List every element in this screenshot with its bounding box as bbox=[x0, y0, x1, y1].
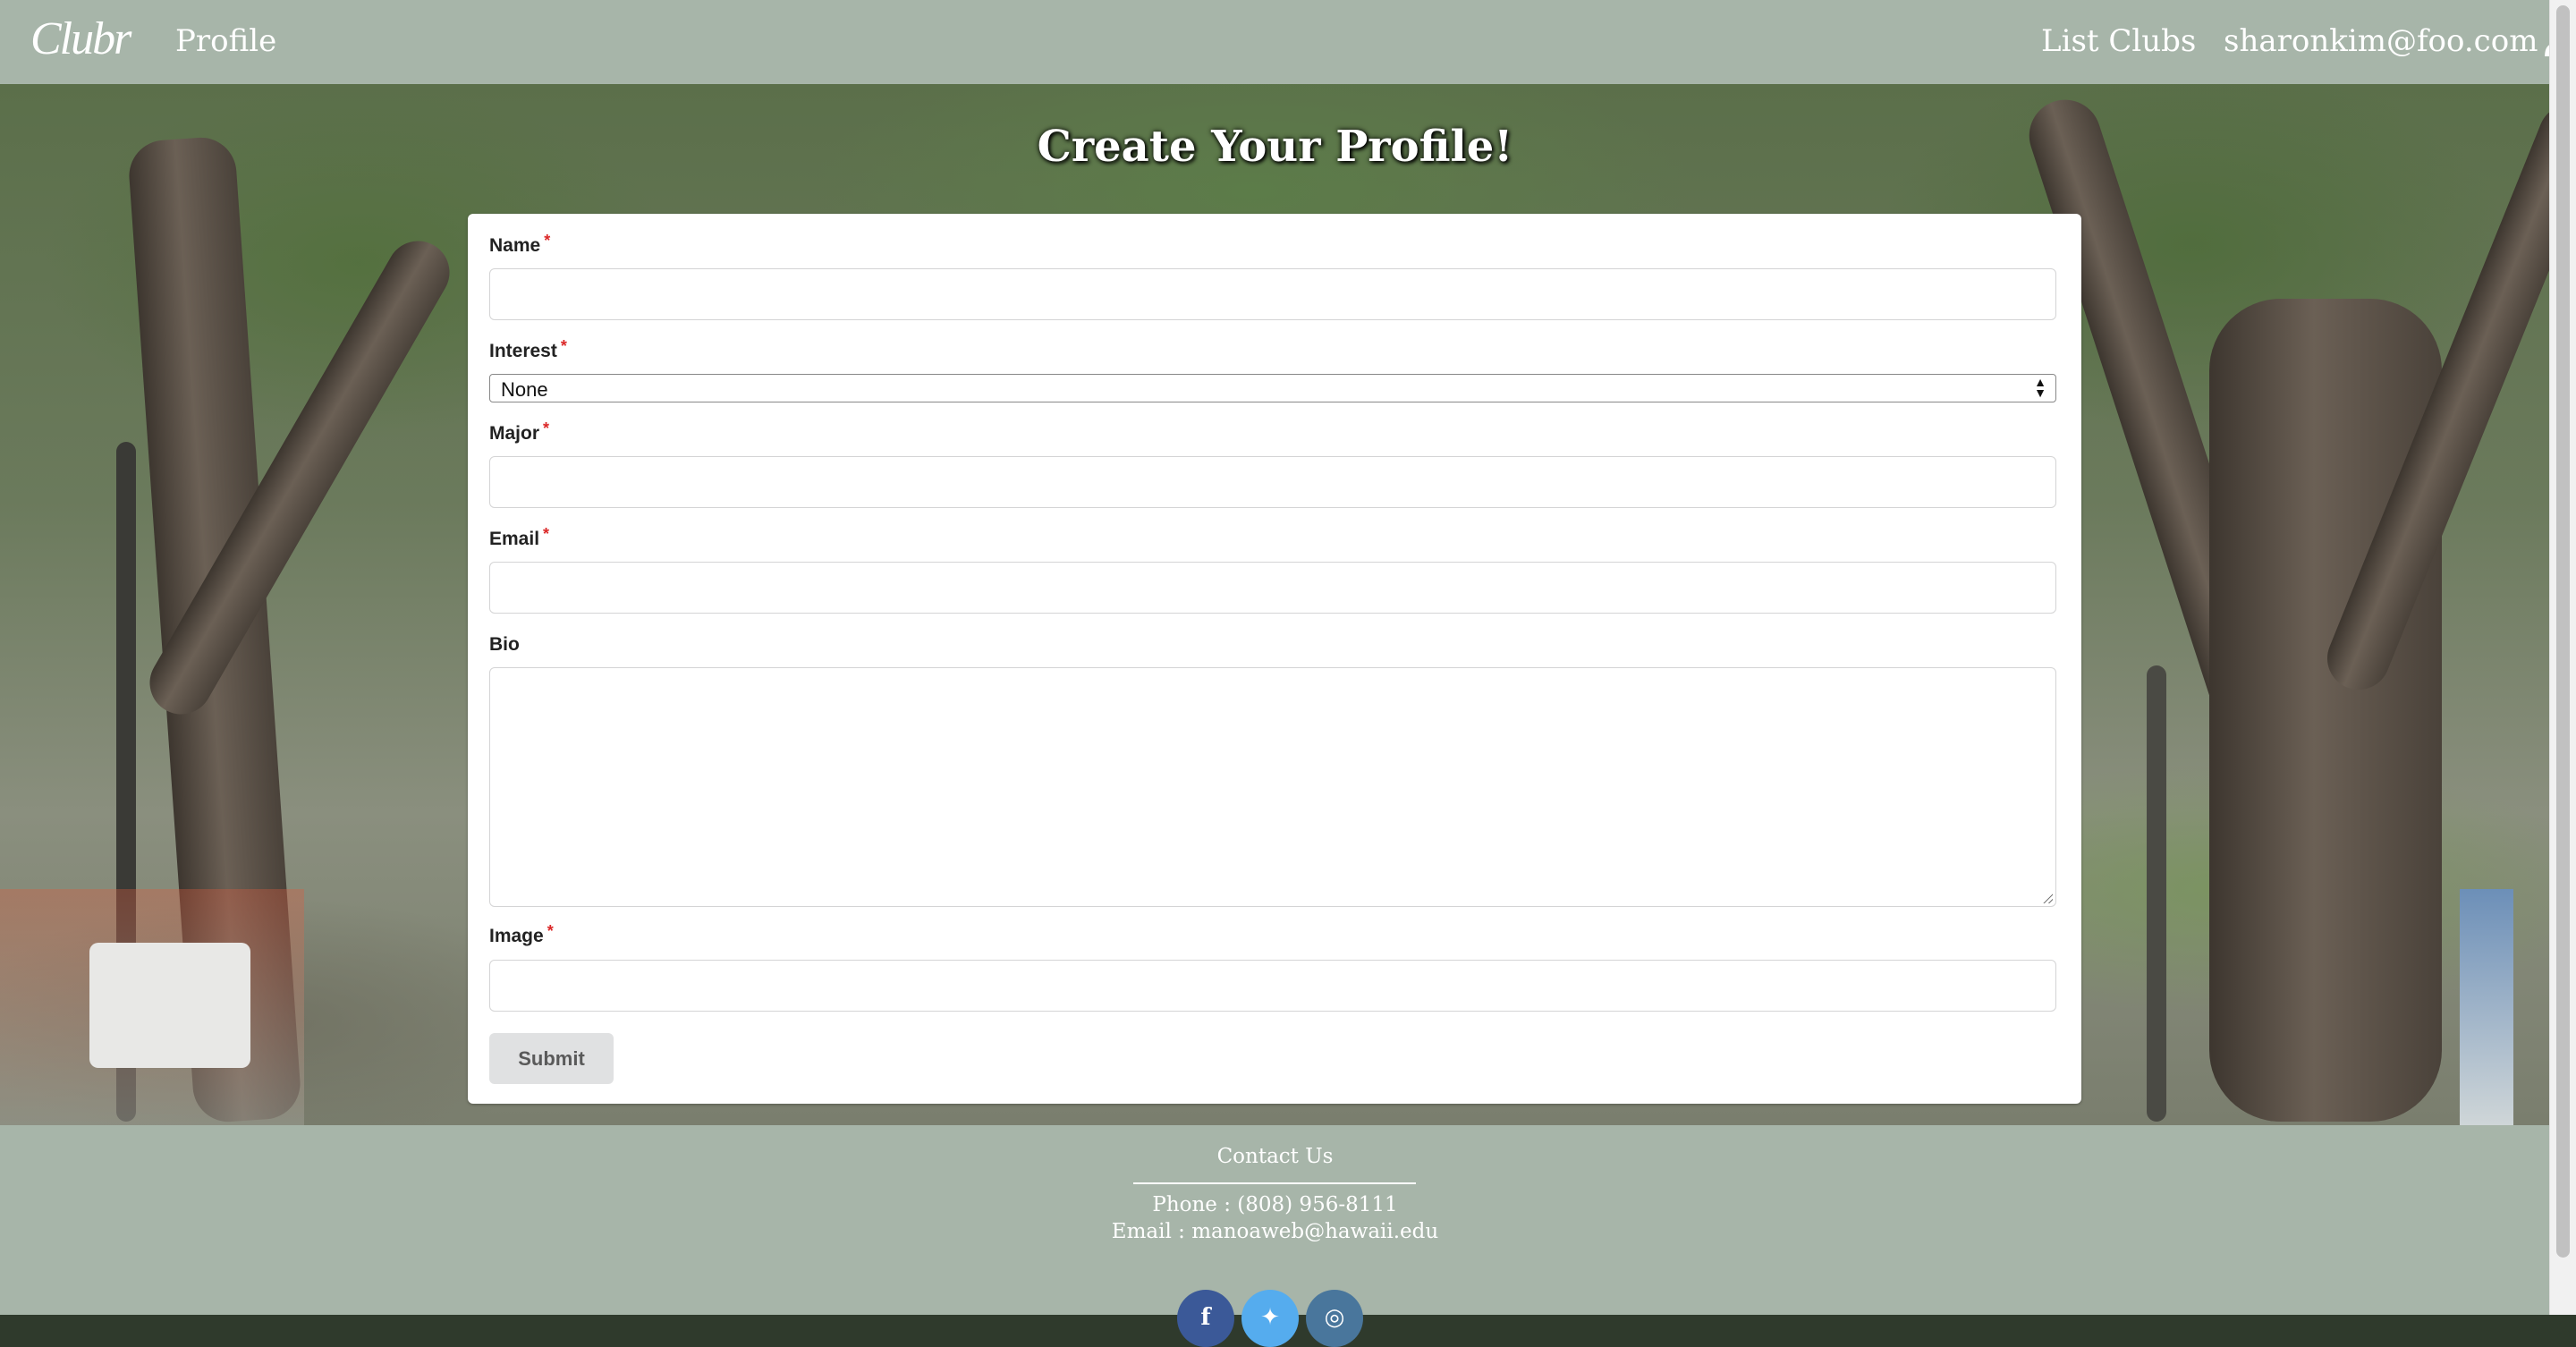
required-marker: * bbox=[544, 232, 551, 250]
brand-logo[interactable]: Clubr bbox=[30, 13, 131, 65]
bio-label: Bio bbox=[489, 634, 520, 655]
facebook-icon[interactable]: f bbox=[1177, 1290, 1234, 1347]
email-label: Email * bbox=[489, 525, 550, 549]
required-marker: * bbox=[547, 922, 554, 940]
footer: Contact Us Phone : (808) 956-8111 Email … bbox=[0, 1125, 2550, 1347]
nav-list-clubs-link[interactable]: List Clubs bbox=[2041, 23, 2196, 59]
footer-divider bbox=[1133, 1182, 1416, 1184]
user-email: sharonkim@foo.com bbox=[2224, 23, 2538, 59]
bio-textarea[interactable] bbox=[489, 667, 2056, 907]
interest-select[interactable]: None ▲ ▼ bbox=[489, 374, 2056, 402]
page-title: Create Your Profile! bbox=[1037, 122, 1513, 172]
required-marker: * bbox=[543, 525, 550, 543]
image-input[interactable] bbox=[489, 960, 2056, 1012]
profile-form: Name * Interest * None ▲ ▼ Major * Email * Bi… bbox=[468, 214, 2081, 1104]
submit-button[interactable]: Submit bbox=[489, 1033, 614, 1084]
twitter-icon[interactable]: ✦ bbox=[1241, 1290, 1299, 1347]
scrollbar-thumb[interactable] bbox=[2556, 5, 2570, 1258]
footer-contact-title: Contact Us bbox=[1216, 1145, 1334, 1168]
user-menu-dropdown[interactable]: sharonkim@foo.com bbox=[2224, 23, 2573, 59]
nav-profile-link[interactable]: Profile bbox=[175, 23, 276, 59]
required-marker: * bbox=[560, 337, 567, 355]
name-input[interactable] bbox=[489, 268, 2056, 320]
interest-label: Interest * bbox=[489, 337, 567, 361]
major-label: Major * bbox=[489, 419, 550, 444]
top-navbar: Clubr Profile List Clubs sharonkim@foo.c… bbox=[0, 0, 2572, 84]
footer-phone: Phone : (808) 956-8111 bbox=[1152, 1193, 1398, 1216]
image-label: Image * bbox=[489, 922, 554, 946]
interest-selected-value: None bbox=[501, 378, 548, 401]
select-arrows-icon: ▲ ▼ bbox=[2034, 375, 2046, 400]
email-input[interactable] bbox=[489, 562, 2056, 614]
footer-email[interactable]: Email : manoaweb@hawaii.edu bbox=[0, 1220, 2550, 1243]
required-marker: * bbox=[543, 419, 550, 437]
page-scrollbar[interactable] bbox=[2549, 0, 2576, 1315]
name-label: Name * bbox=[489, 232, 551, 256]
major-input[interactable] bbox=[489, 456, 2056, 508]
instagram-icon[interactable]: ◎ bbox=[1306, 1290, 1363, 1347]
resize-handle-icon[interactable] bbox=[2042, 893, 2053, 903]
